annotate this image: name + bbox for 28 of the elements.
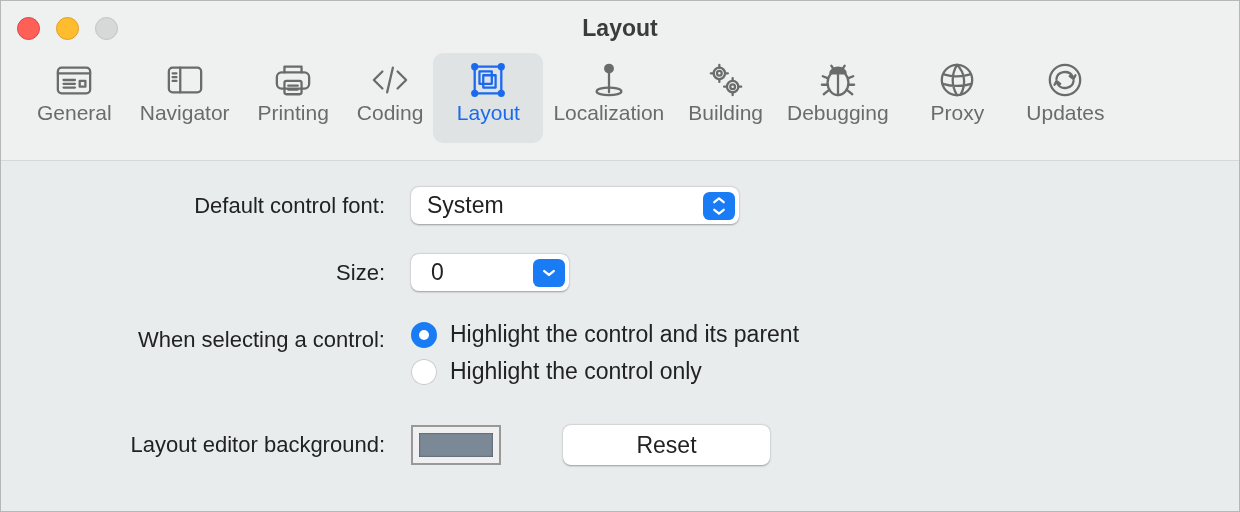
field-label: Size: bbox=[335, 259, 386, 286]
font-popup[interactable]: System bbox=[411, 187, 739, 224]
close-button[interactable] bbox=[17, 17, 40, 40]
field-label: Layout editor background: bbox=[129, 432, 386, 458]
toolbar-tab[interactable]: Proxy bbox=[924, 53, 991, 143]
radio-button[interactable] bbox=[411, 321, 437, 348]
size-popup[interactable]: 0 bbox=[411, 254, 569, 291]
toolbar-tab[interactable]: Navigator bbox=[133, 53, 236, 143]
field-label: Default control font: bbox=[193, 192, 386, 219]
toolbar-tab[interactable]: Layout bbox=[433, 53, 544, 143]
color-well[interactable] bbox=[411, 425, 501, 465]
toolbar-tab[interactable]: Debugging bbox=[781, 53, 895, 143]
stepper-icon bbox=[703, 190, 735, 221]
toolbar-tab[interactable]: Updates bbox=[1020, 53, 1111, 143]
radio-label: Highlight the control only bbox=[450, 358, 702, 385]
radio-button[interactable] bbox=[411, 358, 437, 385]
layout-icon bbox=[469, 61, 508, 99]
minimize-button[interactable] bbox=[56, 17, 79, 40]
chevron-down-icon bbox=[533, 257, 565, 288]
reset-button[interactable]: Reset bbox=[563, 425, 770, 465]
field-label: When selecting a control: bbox=[136, 326, 386, 353]
toolbar-tab[interactable]: Building bbox=[682, 53, 769, 143]
radio-label: Highlight the control and its parent bbox=[450, 321, 800, 348]
toolbar-tab[interactable]: Localization bbox=[547, 53, 671, 143]
toolbar-tab[interactable]: General bbox=[31, 53, 118, 143]
toolbar-tab[interactable]: Coding bbox=[350, 53, 430, 143]
window-title: Layout bbox=[582, 13, 658, 42]
toolbar-tab[interactable]: Printing bbox=[251, 53, 335, 143]
